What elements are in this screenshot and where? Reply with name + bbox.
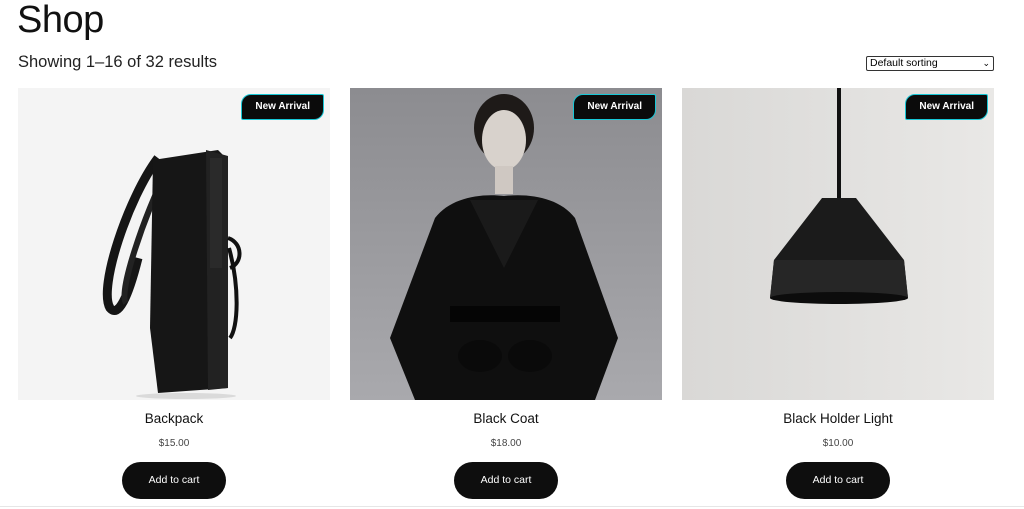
new-arrival-badge: New Arrival <box>573 94 656 120</box>
product-card: New Arrival Black Coat $18.00 Add to car… <box>350 88 662 499</box>
page-title: Shop <box>17 0 104 41</box>
product-card: New Arrival Black Holder Light $10.00 Ad… <box>682 88 994 499</box>
pendant-lamp-image <box>682 88 994 400</box>
product-name[interactable]: Black Holder Light <box>682 411 994 426</box>
product-card: New Arrival Backpack $15.00 Add to cart <box>18 88 330 499</box>
product-image[interactable]: New Arrival <box>350 88 662 400</box>
new-arrival-badge: New Arrival <box>241 94 324 120</box>
product-price: $10.00 <box>822 438 854 449</box>
product-name[interactable]: Black Coat <box>350 411 662 426</box>
chevron-down-icon: ⌄ <box>982 58 990 68</box>
black-coat-image <box>350 88 662 400</box>
new-arrival-badge: New Arrival <box>905 94 988 120</box>
add-to-cart-button[interactable]: Add to cart <box>122 462 226 499</box>
product-image[interactable]: New Arrival <box>18 88 330 400</box>
result-count: Showing 1–16 of 32 results <box>18 53 218 71</box>
product-name[interactable]: Backpack <box>18 411 330 426</box>
product-price: $15.00 <box>158 438 190 449</box>
sorting-selected-value: Default sorting <box>870 57 938 69</box>
product-image[interactable]: New Arrival <box>682 88 994 400</box>
backpack-image <box>18 88 330 400</box>
divider <box>0 506 1024 507</box>
add-to-cart-button[interactable]: Add to cart <box>454 462 558 499</box>
add-to-cart-button[interactable]: Add to cart <box>786 462 890 499</box>
product-price: $18.00 <box>490 438 522 449</box>
sorting-select[interactable]: Default sorting ⌄ <box>866 56 994 71</box>
